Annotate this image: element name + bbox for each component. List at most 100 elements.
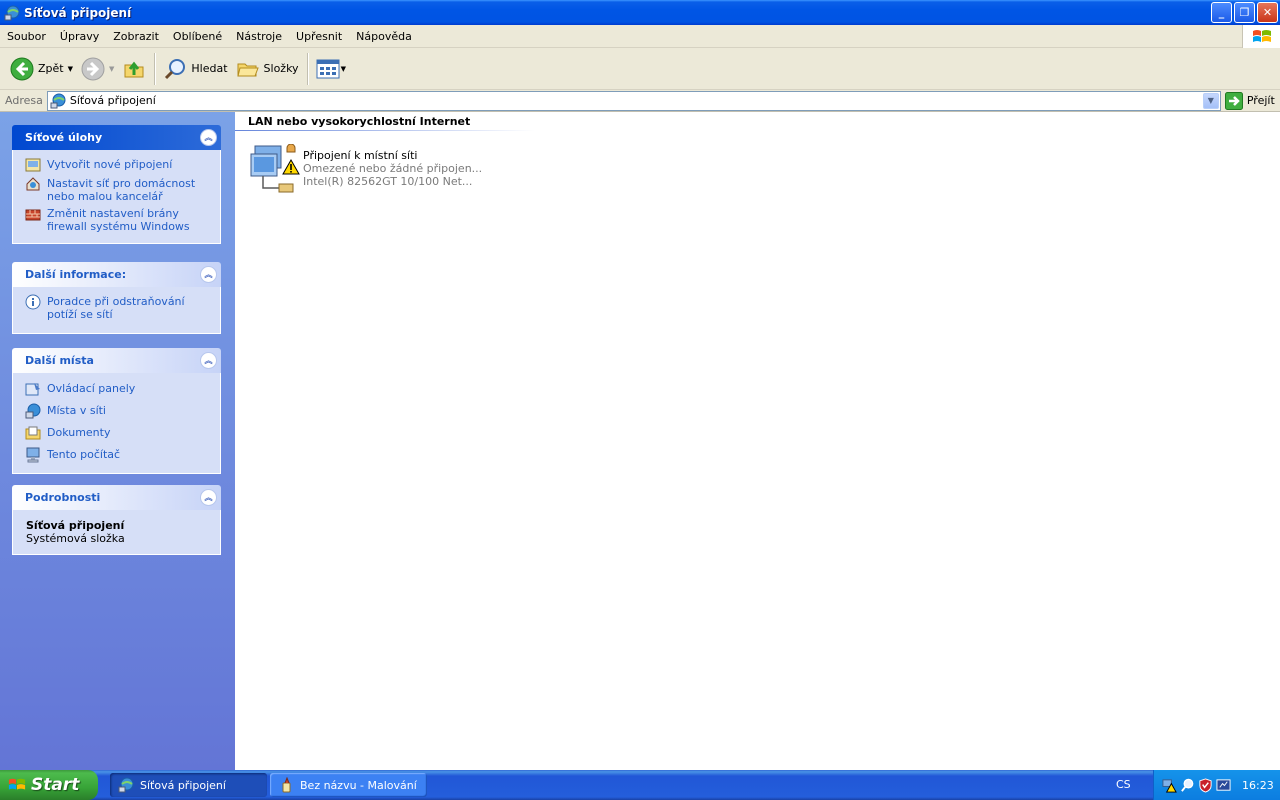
display-icon[interactable] <box>1216 778 1231 793</box>
search-icon <box>165 58 186 79</box>
group-header: LAN nebo vysokorychlostní Internet <box>248 115 471 128</box>
panel-title: Další informace: <box>25 268 127 281</box>
taskbar: Start Síťová připojení Bez názvu - Malov… <box>0 770 1280 800</box>
views-dropdown-icon[interactable]: ▼ <box>341 65 346 73</box>
panel-other-places-header[interactable]: Další místa ︽ <box>12 348 221 373</box>
forward-dropdown-icon[interactable]: ▼ <box>109 65 114 73</box>
lan-connection-icon <box>249 143 303 196</box>
panel-title: Podrobnosti <box>25 491 101 504</box>
address-bar: Adresa Síťová připojení ▼ Přejít <box>0 90 1280 112</box>
task-label: Změnit nastavení brány firewall systému … <box>47 207 190 233</box>
address-dropdown-icon[interactable]: ▼ <box>1202 92 1219 109</box>
windows-logo <box>1242 25 1280 48</box>
panel-more-info: Další informace: ︽ Poradce při odstraňov… <box>12 262 221 334</box>
task-create-connection[interactable]: Vytvořit nové připojení <box>25 158 212 173</box>
system-tray: 16:23 <box>1153 770 1280 800</box>
panel-network-tasks: Síťové úlohy ︽ Vytvořit nové připojení N… <box>12 125 221 244</box>
panel-more-info-header[interactable]: Další informace: ︽ <box>12 262 221 287</box>
clock[interactable]: 16:23 <box>1242 779 1274 792</box>
close-button[interactable]: ✕ <box>1257 2 1278 23</box>
panel-title: Síťové úlohy <box>25 131 103 144</box>
panel-details-header[interactable]: Podrobnosti ︽ <box>12 485 221 510</box>
menu-bar: Soubor Úpravy Zobrazit Oblíbené Nástroje… <box>0 25 1280 48</box>
menu-advanced[interactable]: Upřesnit <box>289 30 349 43</box>
details-subtitle: Systémová složka <box>26 532 125 545</box>
control-panel-icon <box>25 383 40 396</box>
place-label: Dokumenty <box>47 426 111 439</box>
menu-view[interactable]: Zobrazit <box>106 30 166 43</box>
connection-device: Intel(R) 82562GT 10/100 Net... <box>303 175 473 188</box>
connection-item-lan[interactable]: Připojení k místní síti Omezené nebo žád… <box>249 143 483 196</box>
minimize-button[interactable]: _ <box>1211 2 1232 23</box>
panel-network-tasks-header[interactable]: Síťové úlohy ︽ <box>12 125 221 150</box>
connections-list: LAN nebo vysokorychlostní Internet Připo… <box>235 112 1280 770</box>
title-bar[interactable]: Síťová připojení _ ❐ ✕ <box>0 0 1280 25</box>
connection-status: Omezené nebo žádné připojen... <box>303 162 483 175</box>
menu-tools[interactable]: Nástroje <box>229 30 289 43</box>
connection-name: Připojení k místní síti <box>303 149 418 162</box>
search-button[interactable]: Hledat <box>159 52 231 86</box>
taskbar-button-label: Síťová připojení <box>140 778 226 792</box>
menu-edit[interactable]: Úpravy <box>53 30 106 43</box>
taskbar-button-network-connections[interactable]: Síťová připojení <box>110 773 267 797</box>
panel-title: Další místa <box>25 354 94 367</box>
task-label: Poradce při odstraňování potíží se sítí <box>47 295 185 321</box>
home-network-icon <box>26 177 40 191</box>
network-connections-icon <box>118 777 134 793</box>
firewall-icon <box>25 209 41 221</box>
collapse-chevron-icon[interactable]: ︽ <box>200 489 217 506</box>
menu-file[interactable]: Soubor <box>0 30 53 43</box>
forward-button[interactable]: ▼ <box>77 52 118 86</box>
task-network-troubleshooter[interactable]: Poradce při odstraňování potíží se sítí <box>25 294 212 321</box>
documents-icon <box>25 426 41 440</box>
network-places-icon <box>25 403 41 419</box>
windows-flag-icon <box>8 778 26 790</box>
task-pane: Síťové úlohy ︽ Vytvořit nové připojení N… <box>0 112 235 770</box>
place-documents[interactable]: Dokumenty <box>25 426 212 441</box>
place-label: Místa v síti <box>47 404 106 417</box>
language-indicator[interactable]: CS <box>1116 778 1131 791</box>
back-dropdown-icon[interactable]: ▼ <box>68 65 73 73</box>
panel-details: Podrobnosti ︽ Síťová připojení Systémová… <box>12 485 221 555</box>
toolbar-separator <box>306 52 308 85</box>
task-label: Vytvořit nové připojení <box>47 158 173 171</box>
details-title: Síťová připojení <box>26 519 125 532</box>
place-label: Tento počítač <box>47 448 121 461</box>
security-shield-icon[interactable] <box>1198 777 1213 793</box>
place-my-computer[interactable]: Tento počítač <box>25 447 212 463</box>
place-control-panel[interactable]: Ovládací panely <box>25 382 212 397</box>
back-label: Zpět <box>38 62 64 75</box>
back-button[interactable]: Zpět ▼ <box>6 52 77 86</box>
task-home-network[interactable]: Nastavit síť pro domácnost nebo malou ka… <box>25 177 212 203</box>
maximize-button[interactable]: ❐ <box>1234 2 1255 23</box>
new-connection-icon <box>25 158 41 172</box>
network-connections-icon <box>4 5 20 20</box>
views-button[interactable]: ▼ <box>312 52 350 86</box>
place-network-places[interactable]: Místa v síti <box>25 403 212 419</box>
collapse-chevron-icon[interactable]: ︽ <box>200 129 217 146</box>
up-button[interactable] <box>118 52 150 86</box>
folders-button[interactable]: Složky <box>232 52 303 86</box>
task-firewall[interactable]: Změnit nastavení brány firewall systému … <box>25 207 212 233</box>
group-divider <box>235 130 535 131</box>
info-icon <box>25 294 41 310</box>
collapse-chevron-icon[interactable]: ︽ <box>200 266 217 283</box>
go-arrow-icon <box>1224 91 1243 110</box>
menu-favorites[interactable]: Oblíbené <box>166 30 229 43</box>
start-button[interactable]: Start <box>0 770 98 800</box>
search-label: Hledat <box>191 62 228 75</box>
taskbar-button-paint[interactable]: Bez názvu - Malování <box>270 773 427 797</box>
go-button[interactable]: Přejít <box>1224 91 1275 110</box>
start-label: Start <box>31 775 80 795</box>
window-title: Síťová připojení <box>24 5 132 20</box>
network-warning-icon[interactable] <box>1162 778 1177 793</box>
menu-help[interactable]: Nápověda <box>349 30 419 43</box>
collapse-chevron-icon[interactable]: ︽ <box>200 352 217 369</box>
address-label: Adresa <box>5 94 43 107</box>
toolbar: Zpět ▼ ▼ Hledat Složky ▼ <box>0 48 1280 90</box>
folders-icon <box>236 63 259 76</box>
task-label: Nastavit síť pro domácnost nebo malou ka… <box>47 177 196 203</box>
search-icon[interactable] <box>1180 778 1195 793</box>
address-input[interactable]: Síťová připojení ▼ <box>46 90 1221 111</box>
my-computer-icon <box>26 447 40 463</box>
